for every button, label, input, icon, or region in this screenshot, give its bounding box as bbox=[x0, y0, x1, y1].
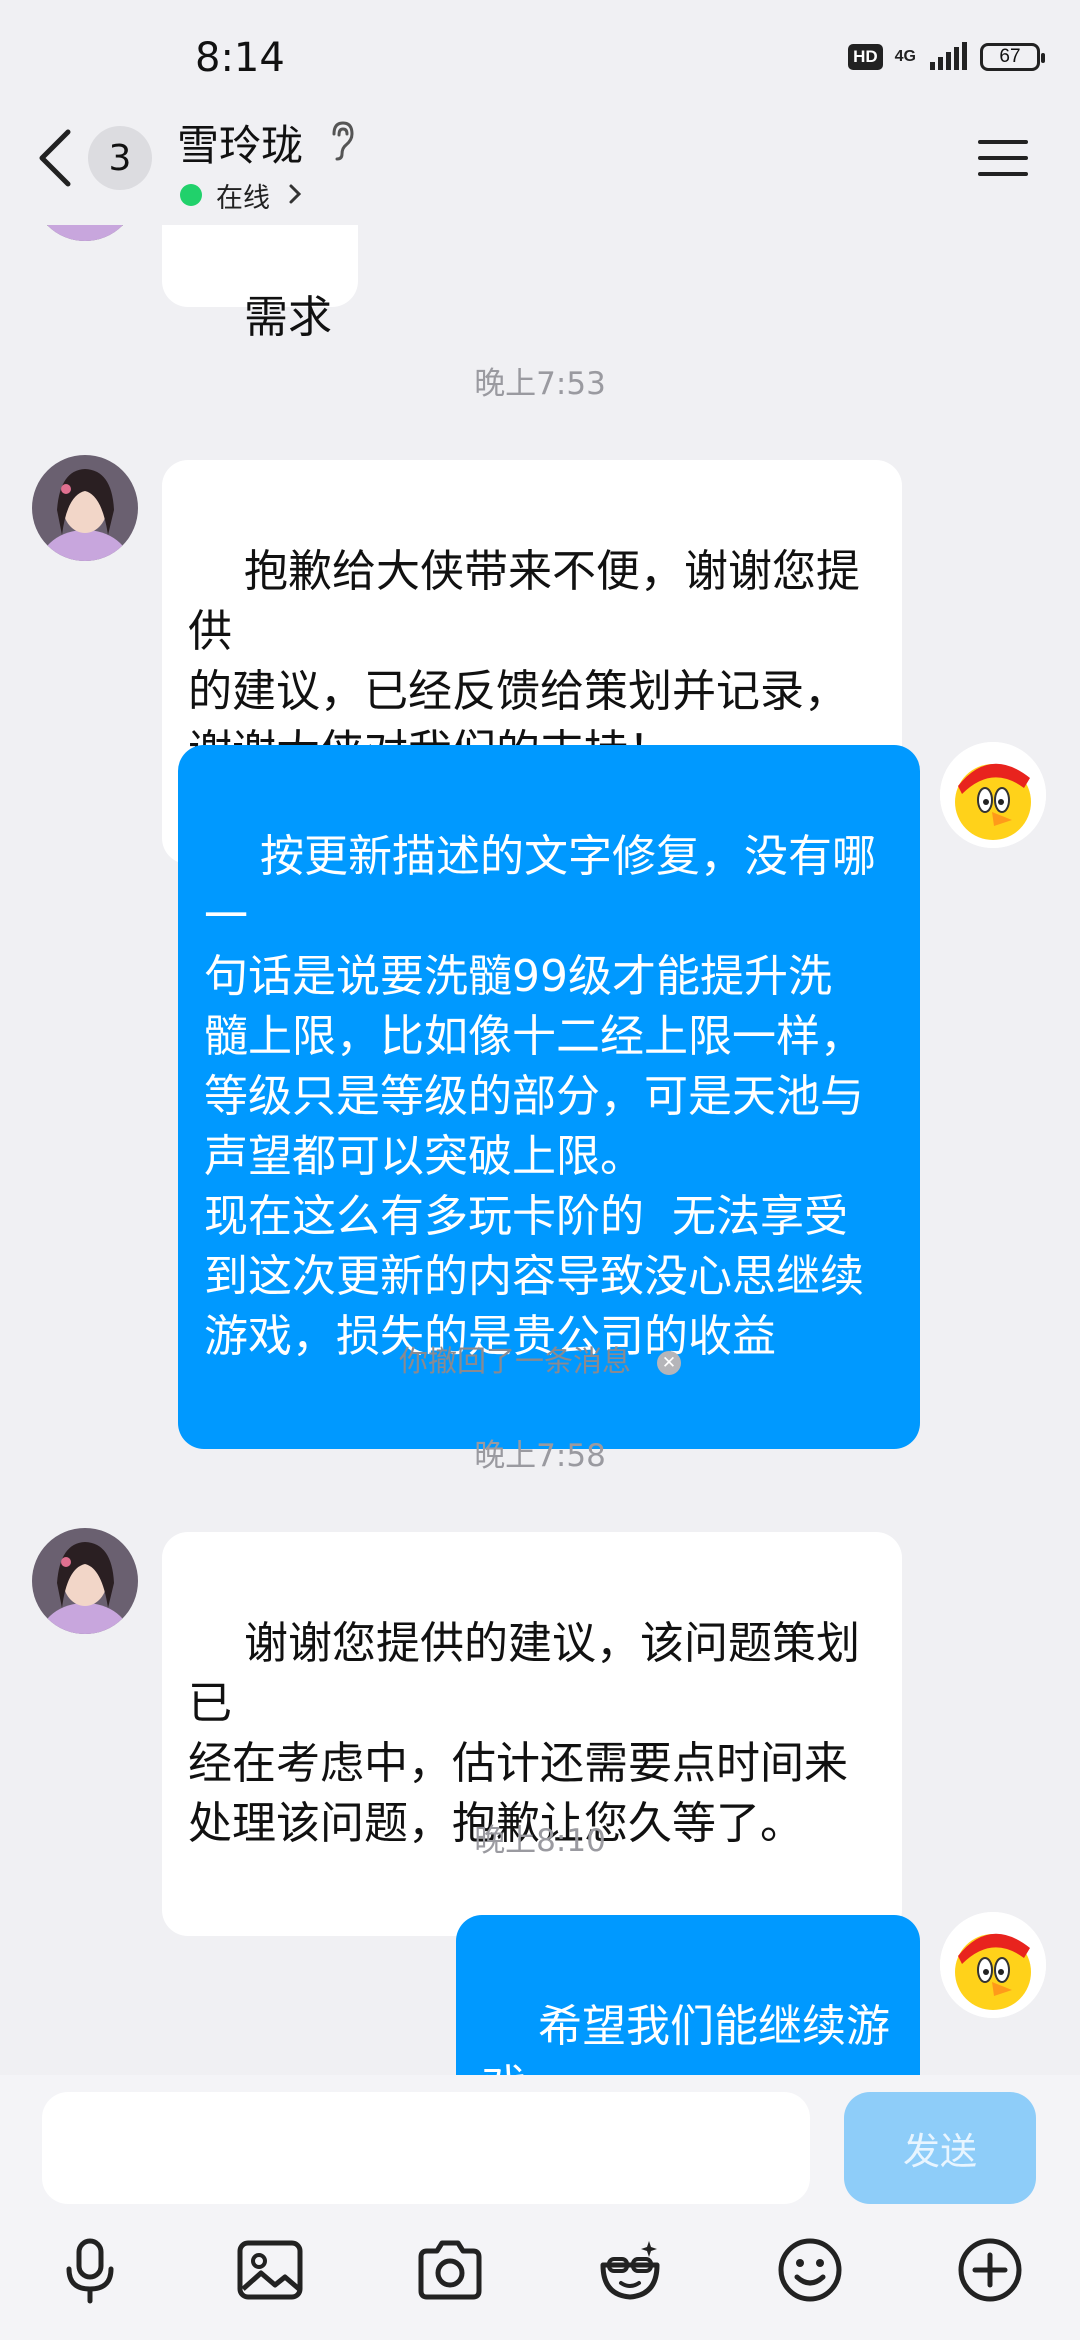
chevron-right-icon[interactable] bbox=[288, 183, 302, 205]
npc-avatar[interactable] bbox=[32, 455, 138, 561]
timestamp: 晚上7:58 bbox=[474, 1438, 606, 1474]
hd-icon: HD bbox=[848, 44, 883, 70]
image-icon[interactable] bbox=[235, 2235, 305, 2305]
battery-icon: 67 bbox=[980, 43, 1045, 71]
timestamp: 晚上8:10 bbox=[474, 1823, 606, 1859]
menu-icon[interactable] bbox=[978, 138, 1028, 178]
microphone-icon[interactable] bbox=[55, 2235, 125, 2305]
my-avatar[interactable] bbox=[940, 742, 1046, 848]
outgoing-message[interactable]: 希望我们能继续游戏 bbox=[456, 1915, 920, 2080]
status-bar: 8:14 HD 4G 67 bbox=[0, 0, 1080, 120]
status-icons: HD 4G 67 bbox=[848, 42, 1045, 72]
unread-badge[interactable]: 3 bbox=[88, 126, 152, 190]
message-text: 按更新描述的文字修复，没有哪一 句话是说要洗髓99级才能提升洗 髓上限，比如像十… bbox=[204, 831, 876, 1362]
incoming-message[interactable]: 谢谢您提供的建议，该问题策划已 经在考虑中，估计还需要点时间来 处理该问题，抱歉… bbox=[162, 1532, 902, 1936]
back-icon[interactable] bbox=[32, 128, 82, 188]
ear-icon[interactable] bbox=[328, 120, 356, 162]
network-label: 4G bbox=[894, 48, 916, 65]
recall-notice: 你撤回了一条消息 ✕ bbox=[0, 1338, 1080, 1380]
npc-avatar[interactable] bbox=[32, 1528, 138, 1634]
close-icon[interactable]: ✕ bbox=[657, 1351, 681, 1375]
input-area: 发送 bbox=[0, 2075, 1080, 2340]
plus-icon[interactable] bbox=[955, 2235, 1025, 2305]
status-time: 8:14 bbox=[195, 35, 285, 81]
camera-icon[interactable] bbox=[415, 2235, 485, 2305]
send-button[interactable]: 发送 bbox=[844, 2092, 1036, 2204]
message-text: 需求 bbox=[243, 292, 332, 343]
online-status-dot bbox=[180, 184, 202, 206]
message-text: 希望我们能继续游戏 bbox=[482, 2001, 890, 2080]
message-input[interactable] bbox=[42, 2092, 810, 2204]
timestamp: 晚上7:53 bbox=[474, 366, 606, 402]
my-avatar[interactable] bbox=[940, 1912, 1046, 2018]
message-text: 抱歉给大侠带来不便，谢谢您提供 的建议，已经反馈给策划并记录， 谢谢大侠对我们的… bbox=[188, 546, 860, 777]
chat-title[interactable]: 雪玲珑 bbox=[177, 112, 303, 173]
online-status-text[interactable]: 在线 bbox=[216, 176, 270, 215]
chat-scroll-area[interactable]: 需求 晚上7:53 抱歉给大侠带来不便，谢谢您提供 的建议，已经反馈给策划并记录… bbox=[0, 0, 1080, 2080]
smiley-icon[interactable] bbox=[775, 2235, 845, 2305]
emoji-face-icon[interactable] bbox=[595, 2235, 665, 2305]
battery-level: 67 bbox=[999, 46, 1021, 67]
signal-icon bbox=[930, 42, 967, 70]
recall-text: 你撤回了一条消息 bbox=[398, 1344, 631, 1378]
